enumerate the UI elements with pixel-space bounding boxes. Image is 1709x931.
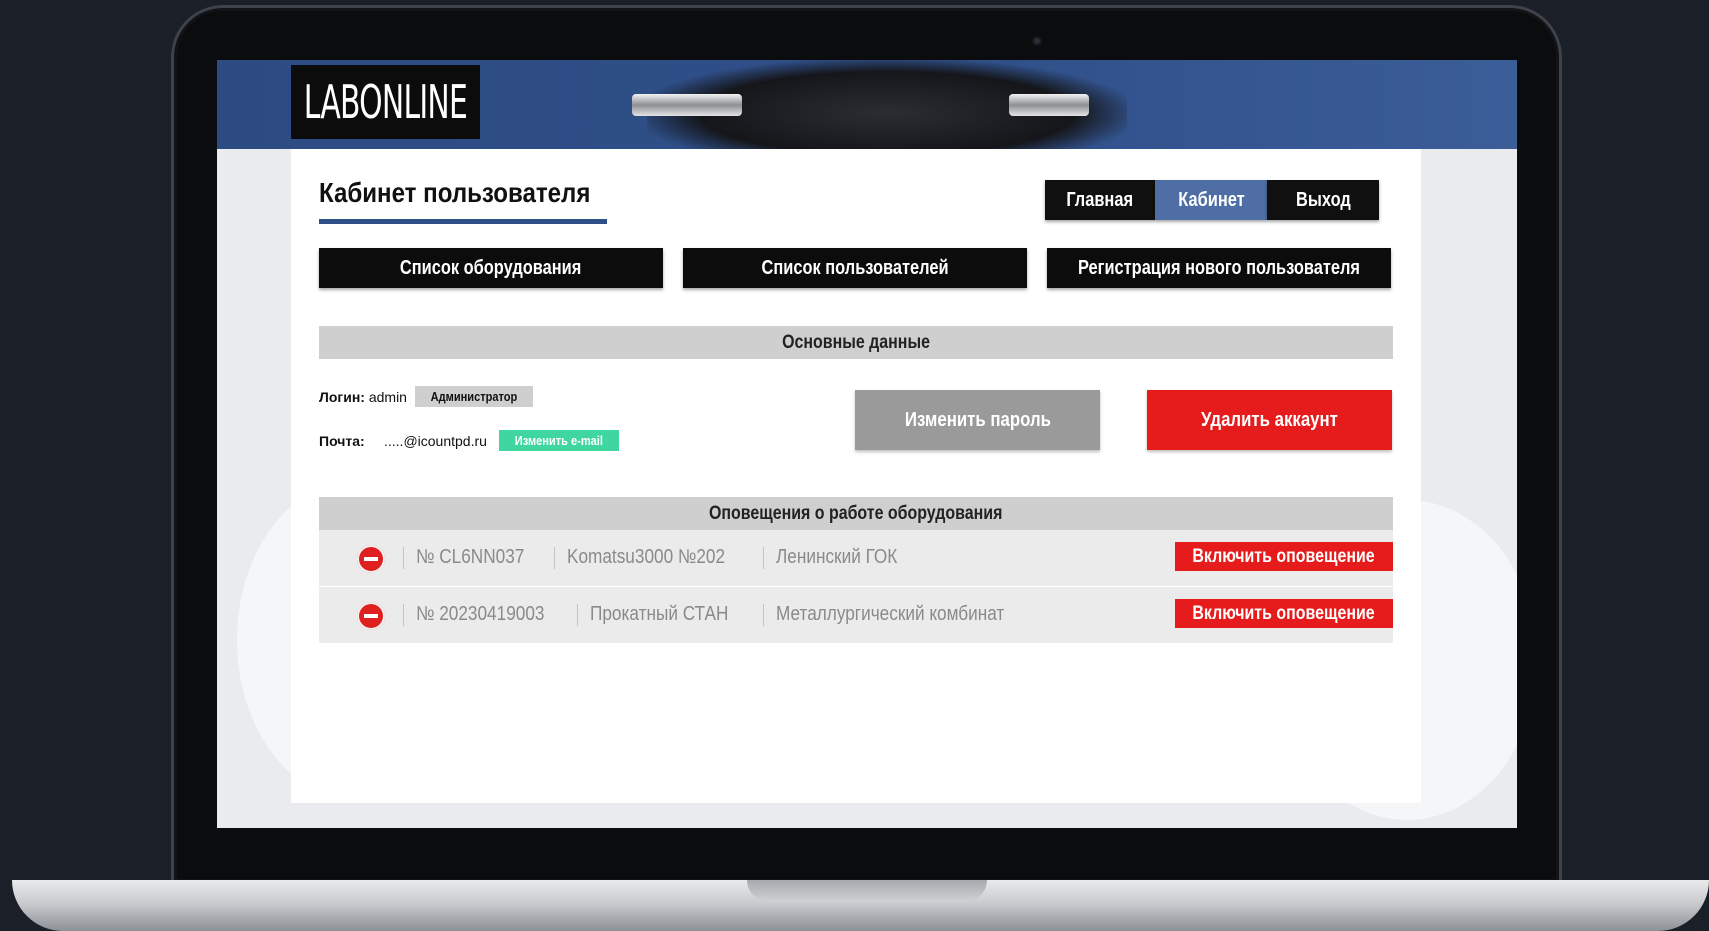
equipment-model: Komatsu3000 №202 (566, 546, 726, 568)
site-logo[interactable]: LABONLINE (291, 65, 480, 139)
notifications-header: Оповещения о работе оборудования (319, 497, 1393, 530)
disabled-icon (357, 602, 385, 630)
notification-row: № 20230419003 Прокатный СТАН Металлургич… (319, 587, 1393, 644)
serial-number: № 20230419003 (416, 603, 545, 625)
camera-icon (1032, 36, 1042, 46)
basic-data-header: Основные данные (319, 326, 1393, 359)
page-title: Кабинет пользователя (319, 177, 591, 208)
user-cabinet-panel: Кабинет пользователя Главная Кабинет Вых… (291, 149, 1421, 803)
email-row: Почта: (319, 433, 365, 449)
role-badge: Администратор (415, 386, 533, 407)
site-header: LABONLINE (217, 60, 1517, 149)
action-buttons: Список оборудования Список пользователей… (319, 248, 1391, 288)
login-value: admin (368, 389, 407, 405)
fitting-right-image (1009, 94, 1089, 116)
change-password-button[interactable]: Изменить пароль (855, 390, 1100, 450)
email-value: .....@icountpd.ru (384, 433, 487, 449)
notification-row: № CL6NN037 Komatsu3000 №202 Ленинский ГО… (319, 530, 1393, 587)
equipment-list-button[interactable]: Список оборудования (319, 248, 663, 288)
enable-notification-button[interactable]: Включить оповещение (1175, 542, 1393, 571)
equipment-site: Ленинский ГОК (775, 546, 898, 568)
delete-account-button[interactable]: Удалить аккаунт (1147, 390, 1392, 450)
nav-cabinet-button[interactable]: Кабинет (1155, 180, 1267, 220)
serial-number: № CL6NN037 (416, 546, 525, 568)
top-navigation: Главная Кабинет Выход (1045, 180, 1379, 220)
register-user-button[interactable]: Регистрация нового пользователя (1047, 248, 1391, 288)
login-label: Логин: (319, 389, 365, 405)
laptop-notch (747, 880, 987, 902)
disabled-icon (357, 545, 385, 573)
change-email-button[interactable]: Изменить e-mail (499, 430, 619, 451)
equipment-model: Прокатный СТАН (590, 603, 729, 625)
nav-logout-button[interactable]: Выход (1267, 180, 1379, 220)
login-row: Логин: admin (319, 389, 407, 405)
email-label: Почта: (319, 433, 365, 449)
title-underline (319, 219, 607, 224)
enable-notification-button[interactable]: Включить оповещение (1175, 599, 1393, 628)
notification-cells: № 20230419003 Прокатный СТАН Металлургич… (403, 603, 1042, 626)
notification-cells: № CL6NN037 Komatsu3000 №202 Ленинский ГО… (403, 546, 917, 569)
equipment-site: Металлургический комбинат (776, 603, 1005, 625)
nav-home-button[interactable]: Главная (1045, 180, 1155, 220)
app-screen: LABONLINE Кабинет пользователя Главная К… (217, 60, 1517, 828)
user-list-button[interactable]: Список пользователей (683, 248, 1027, 288)
fitting-left-image (632, 94, 742, 116)
